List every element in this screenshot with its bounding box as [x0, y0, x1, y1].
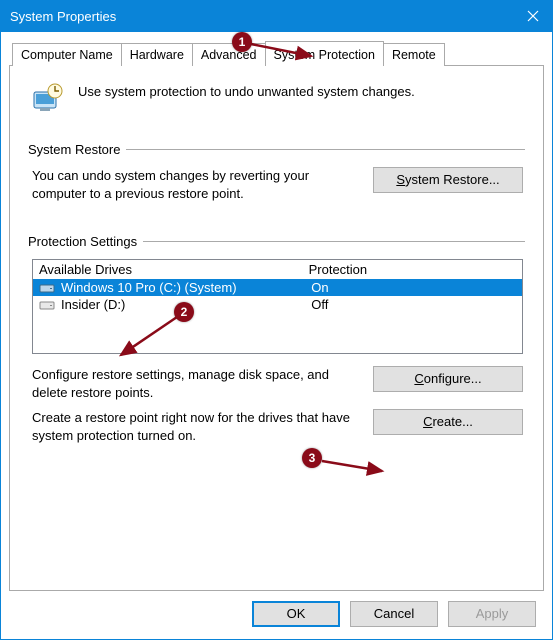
- tab-panel-system-protection: Use system protection to undo unwanted s…: [9, 65, 544, 591]
- drives-header: Available Drives Protection: [33, 260, 522, 279]
- client-area: Computer Name Hardware Advanced System P…: [0, 32, 553, 640]
- create-desc: Create a restore point right now for the…: [32, 409, 363, 444]
- ok-button[interactable]: OK: [252, 601, 340, 627]
- tab-hardware[interactable]: Hardware: [121, 43, 193, 66]
- col-protection: Protection: [309, 262, 516, 277]
- drive-icon: [39, 298, 55, 312]
- titlebar: System Properties: [0, 0, 553, 32]
- configure-desc: Configure restore settings, manage disk …: [32, 366, 363, 401]
- annotation-marker-3: 3: [302, 448, 322, 468]
- system-protection-icon: [28, 80, 66, 118]
- drive-protection: On: [311, 280, 516, 295]
- system-restore-desc: You can undo system changes by reverting…: [32, 167, 363, 202]
- legend-protection-settings: Protection Settings: [28, 234, 137, 249]
- tab-strip: Computer Name Hardware Advanced System P…: [9, 40, 544, 65]
- drive-row[interactable]: Insider (D:) Off: [33, 296, 522, 313]
- drive-icon: [39, 281, 55, 295]
- configure-button[interactable]: Configure...: [373, 366, 523, 392]
- tab-system-protection[interactable]: System Protection: [265, 41, 384, 66]
- dialog-footer: OK Cancel Apply: [9, 591, 544, 631]
- legend-system-restore: System Restore: [28, 142, 120, 157]
- drive-name: Windows 10 Pro (C:) (System): [61, 280, 237, 295]
- tab-remote[interactable]: Remote: [383, 43, 445, 66]
- divider: [143, 241, 525, 242]
- drive-name: Insider (D:): [61, 297, 125, 312]
- drive-protection: Off: [311, 297, 516, 312]
- drives-listbox[interactable]: Available Drives Protection Windows 10 P…: [32, 259, 523, 354]
- group-system-restore: System Restore You can undo system chang…: [28, 142, 525, 202]
- intro-row: Use system protection to undo unwanted s…: [28, 80, 525, 118]
- divider: [126, 149, 525, 150]
- drive-row[interactable]: Windows 10 Pro (C:) (System) On: [33, 279, 522, 296]
- system-restore-button[interactable]: System Restore...: [373, 167, 523, 193]
- col-available-drives: Available Drives: [39, 262, 309, 277]
- tab-computer-name[interactable]: Computer Name: [12, 43, 122, 66]
- listbox-spacer: [33, 313, 522, 353]
- window-title: System Properties: [10, 9, 513, 24]
- annotation-marker-1: 1: [232, 32, 252, 52]
- create-button[interactable]: Create...: [373, 409, 523, 435]
- cancel-button[interactable]: Cancel: [350, 601, 438, 627]
- tab-advanced[interactable]: Advanced: [192, 43, 266, 66]
- close-icon[interactable]: [513, 0, 553, 32]
- annotation-marker-2: 2: [174, 302, 194, 322]
- group-protection-settings: Protection Settings Available Drives Pro…: [28, 234, 525, 444]
- apply-button[interactable]: Apply: [448, 601, 536, 627]
- intro-text: Use system protection to undo unwanted s…: [78, 80, 415, 99]
